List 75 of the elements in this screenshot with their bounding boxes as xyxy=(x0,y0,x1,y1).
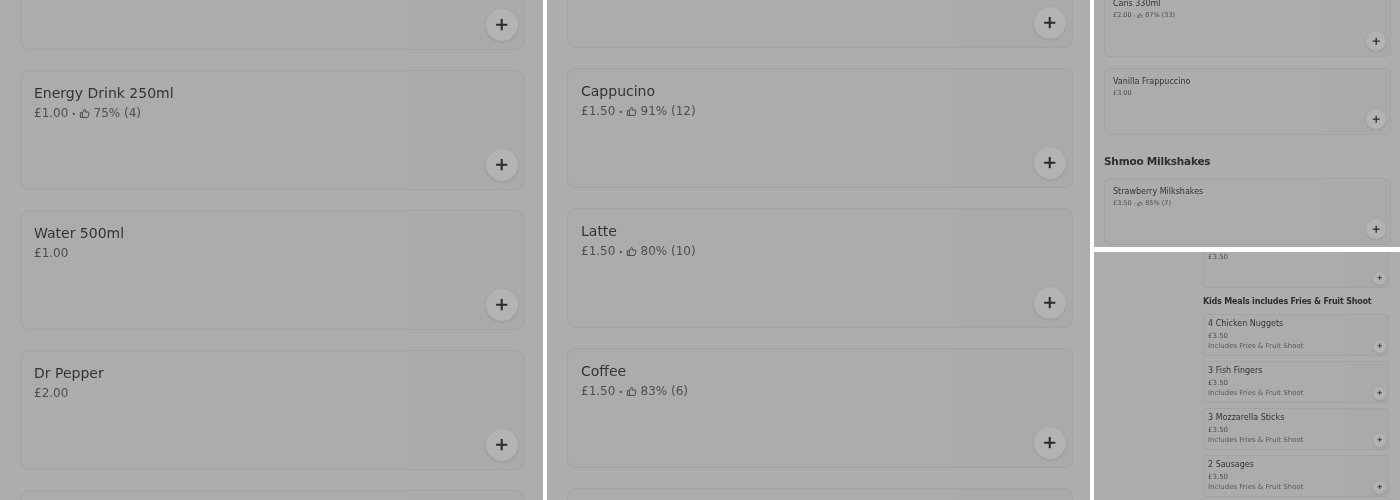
item-name: 3 Fish Fingers xyxy=(1208,366,1263,377)
plus-icon xyxy=(1043,16,1057,30)
bullet-dot-icon xyxy=(1133,202,1136,205)
menu-item-card[interactable]: Energy Drink 250ml £1.00 75% (4) xyxy=(20,70,525,190)
item-name: Latte xyxy=(581,222,617,241)
add-button[interactable] xyxy=(1034,287,1067,320)
item-name: 3 Mozzarella Sticks xyxy=(1208,413,1285,424)
item-name: Vanilla Frappuccino xyxy=(1113,77,1191,88)
item-price: £1.50 xyxy=(581,244,616,259)
item-price: £2.00 xyxy=(34,386,69,401)
item-name: Energy Drink 250ml xyxy=(34,84,174,103)
plus-icon xyxy=(495,158,509,172)
item-rating: 91% (12) xyxy=(640,104,696,119)
add-button[interactable] xyxy=(1366,31,1387,52)
add-button[interactable] xyxy=(1366,109,1387,130)
item-price: £1.00 xyxy=(34,106,69,121)
plus-icon xyxy=(1372,225,1381,234)
item-name: Cappucino xyxy=(581,82,656,101)
item-price: £1.50 xyxy=(581,384,616,399)
thumbs-up-icon xyxy=(79,108,90,119)
section-heading: Shmoo Milkshakes xyxy=(1104,155,1212,167)
plus-icon xyxy=(1372,115,1381,124)
thumbs-up-icon xyxy=(1137,12,1144,19)
item-name: Water 500ml xyxy=(34,224,125,243)
item-rating: 75% (4) xyxy=(93,106,141,121)
plus-icon xyxy=(1043,296,1057,310)
add-button[interactable] xyxy=(1373,339,1387,353)
add-button[interactable] xyxy=(1373,480,1387,494)
bullet-dot-icon xyxy=(618,249,623,254)
item-price: £1.50 xyxy=(581,104,616,119)
add-button[interactable] xyxy=(486,429,519,462)
menu-item-card[interactable]: Water 500ml £1.00 xyxy=(20,210,525,330)
bullet-dot-icon xyxy=(618,109,623,114)
plus-icon xyxy=(1372,37,1381,46)
add-button[interactable] xyxy=(486,9,519,42)
plus-icon xyxy=(1376,484,1383,490)
item-name: Strawberry Milkshakes xyxy=(1113,187,1204,198)
plus-icon xyxy=(1376,275,1383,281)
item-price: £1.00 xyxy=(34,246,69,261)
bullet-dot-icon xyxy=(71,111,76,116)
add-button[interactable] xyxy=(486,289,519,322)
add-button[interactable] xyxy=(486,149,519,182)
thumbs-up-icon xyxy=(626,246,637,257)
menu-item-card[interactable]: Dr Pepper £2.00 xyxy=(20,350,525,470)
thumbs-up-icon xyxy=(626,106,637,117)
add-button[interactable] xyxy=(1373,271,1387,285)
thumbs-up-icon xyxy=(1137,200,1144,207)
add-button[interactable] xyxy=(1373,386,1387,400)
item-name: 4 Chicken Nuggets xyxy=(1208,319,1284,330)
plus-icon xyxy=(1376,390,1383,396)
add-button[interactable] xyxy=(1366,219,1387,240)
plus-icon xyxy=(1376,437,1383,443)
menu-item-card[interactable]: Cappucino £1.50 91% (12) xyxy=(567,68,1073,188)
menu-item-card[interactable]: Latte £1.50 80% (10) xyxy=(567,208,1073,328)
plus-icon xyxy=(1376,343,1383,349)
add-button[interactable] xyxy=(1373,433,1387,447)
plus-icon xyxy=(1043,436,1057,450)
item-name: Dr Pepper xyxy=(34,364,104,383)
item-name: 2 Sausages xyxy=(1208,460,1254,471)
plus-icon xyxy=(495,18,509,32)
add-button[interactable] xyxy=(1034,7,1067,40)
item-rating: 83% (6) xyxy=(640,384,688,399)
add-button[interactable] xyxy=(1034,427,1067,460)
item-name: Coffee xyxy=(581,362,627,381)
plus-icon xyxy=(1043,156,1057,170)
item-rating: 80% (10) xyxy=(640,244,696,259)
bullet-dot-icon xyxy=(1133,14,1136,17)
plus-icon xyxy=(495,438,509,452)
item-name: Cans 330ml xyxy=(1113,0,1161,10)
menu-item-card[interactable]: Coffee £1.50 83% (6) xyxy=(567,348,1073,468)
bullet-dot-icon xyxy=(618,389,623,394)
thumbs-up-icon xyxy=(626,386,637,397)
add-button[interactable] xyxy=(1034,147,1067,180)
section-heading: Kids Meals includes Fries & Fruit Shoot xyxy=(1203,297,1373,306)
plus-icon xyxy=(495,298,509,312)
